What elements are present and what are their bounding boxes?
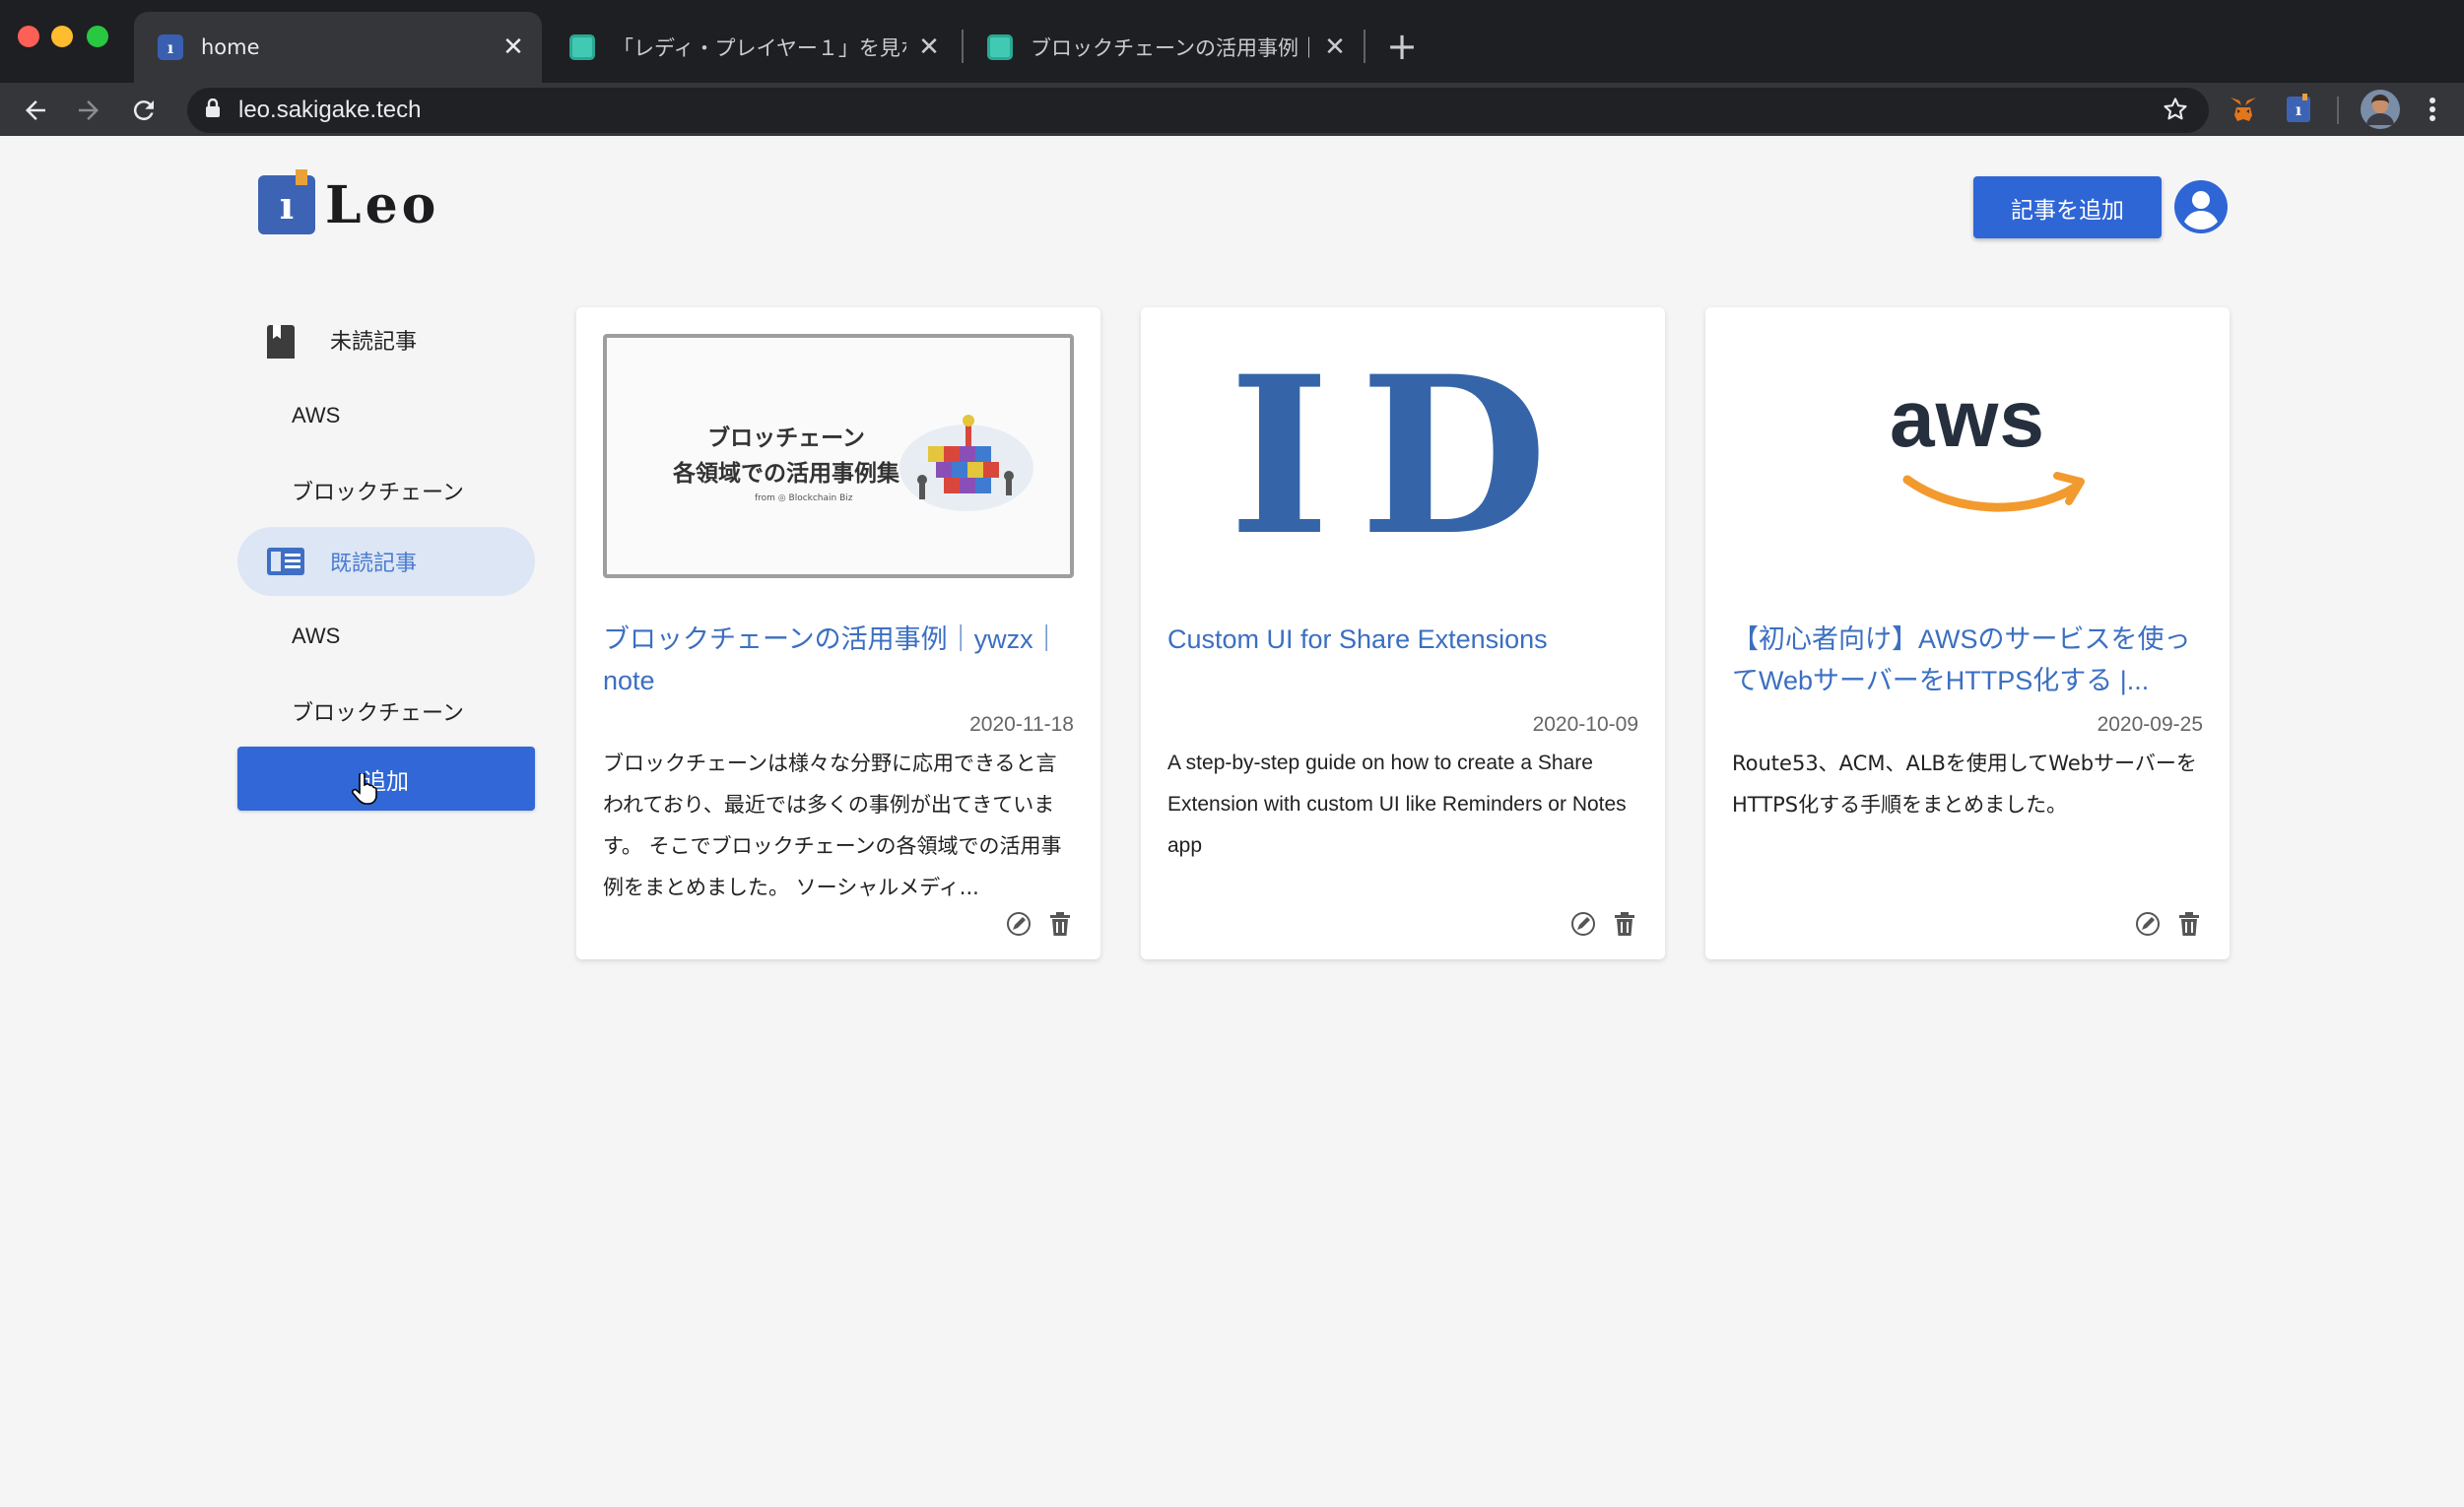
thumbnail-text: 各領域での活用事例集	[673, 461, 899, 487]
article-card[interactable]: ID Custom UI for Share Extensions 2020-1…	[1141, 307, 1665, 959]
puzzle-illustration-icon	[899, 415, 1033, 511]
note-favicon-icon	[987, 34, 1013, 60]
profile-avatar[interactable]	[2359, 88, 2402, 131]
forward-icon[interactable]	[67, 89, 110, 132]
logo-mark: ı	[258, 169, 315, 234]
mark-read-icon[interactable]	[1005, 910, 1032, 938]
thumbnail-text: from ◎ Blockchain Biz	[755, 493, 853, 503]
browser-toolbar: leo.sakigake.tech ı	[0, 83, 2464, 136]
bookmark-star-icon[interactable]	[2162, 96, 2189, 127]
sidebar-item-read-blockchain[interactable]: ブロックチェーン	[237, 677, 535, 746]
tab-title: ブロックチェーンの活用事例｜ywz	[1031, 36, 1312, 60]
tab-separator	[1364, 30, 1365, 63]
article-date: 2020-09-25	[2097, 713, 2203, 736]
note-favicon-icon	[569, 34, 595, 60]
thumbnail-text: ブロッチェーン	[707, 426, 865, 451]
page-content: ı Leo 記事を追加 未読記事 AWS ブロックチェーン 既読記事 AWS ブ…	[0, 136, 2464, 1507]
thumbnail-text: aws	[1890, 374, 2045, 464]
sidebar-item-read[interactable]: 既読記事	[237, 527, 535, 596]
article-description: Route53、ACM、ALBを使用してWebサーバーをHTTPS化する手順をま…	[1732, 752, 2197, 817]
address-bar[interactable]: leo.sakigake.tech	[187, 88, 2209, 133]
logo-text: Leo	[325, 174, 440, 235]
sidebar-item-label: 未読記事	[330, 330, 418, 355]
back-icon[interactable]	[14, 89, 57, 132]
more-vert-icon[interactable]	[2414, 91, 2451, 128]
leo-extension-icon[interactable]: ı	[2280, 91, 2317, 128]
tab-close-icon[interactable]: ✕	[914, 33, 944, 62]
article-date: 2020-10-09	[1532, 713, 1638, 736]
metamask-extension-icon[interactable]	[2225, 91, 2262, 128]
article-title[interactable]: Custom UI for Share Extensions	[1167, 619, 1640, 660]
leo-logo[interactable]: ı Leo	[258, 169, 440, 236]
sidebar-item-label: AWS	[292, 403, 341, 427]
thumbnail-text: ID	[1229, 334, 1577, 578]
new-tab-button[interactable]: +	[1379, 24, 1425, 69]
sidebar-item-label: ブロックチェーン	[292, 480, 464, 504]
delete-icon[interactable]	[1611, 910, 1638, 938]
mark-read-icon[interactable]	[1569, 910, 1597, 938]
article-thumbnail[interactable]: ブロッチェーン 各領域での活用事例集 from ◎ Blockchain Biz	[603, 334, 1074, 578]
article-date: 2020-11-18	[969, 713, 1074, 736]
bookmark-icon	[267, 325, 295, 364]
add-article-button[interactable]: 記事を追加	[1973, 176, 2162, 238]
sidebar-item-label: ブロックチェーン	[292, 700, 464, 725]
tab-ready-player-one[interactable]: 「レディ・プレイヤー１」を見なか ✕	[546, 12, 958, 83]
mark-read-icon[interactable]	[2134, 910, 2162, 938]
close-window-button[interactable]	[18, 26, 39, 47]
article-description: A step-by-step guide on how to create a …	[1167, 752, 1627, 857]
article-thumbnail[interactable]: ID	[1167, 334, 1638, 578]
browser-titlebar: ı home ✕ 「レディ・プレイヤー１」を見なか ✕ ブロックチェーンの活用事…	[0, 0, 2464, 83]
article-description: ブロックチェーンは様々な分野に応用できると言われており、最近では多くの事例が出て…	[603, 752, 1062, 899]
account-circle-icon[interactable]	[2173, 179, 2229, 234]
tab-close-icon[interactable]: ✕	[499, 33, 528, 62]
hand-cursor-icon	[352, 771, 377, 809]
tab-title: home	[201, 35, 260, 59]
lock-icon	[205, 98, 221, 122]
aws-smile-icon	[1902, 472, 2085, 512]
delete-icon[interactable]	[1046, 910, 1074, 938]
tab-close-icon[interactable]: ✕	[1320, 33, 1350, 62]
sidebar-item-unread[interactable]: 未読記事	[237, 305, 535, 374]
delete-icon[interactable]	[2175, 910, 2203, 938]
tab-title: 「レディ・プレイヤー１」を見なか	[613, 36, 906, 60]
tab-home[interactable]: ı home ✕	[134, 12, 542, 83]
reload-icon[interactable]	[122, 89, 166, 132]
add-button[interactable]: 追加	[237, 747, 535, 811]
sidebar-item-label: AWS	[292, 623, 341, 648]
url-text: leo.sakigake.tech	[238, 97, 422, 123]
minimize-window-button[interactable]	[51, 26, 73, 47]
article-card[interactable]: ブロッチェーン 各領域での活用事例集 from ◎ Blockchain Biz…	[576, 307, 1100, 959]
article-card[interactable]: aws 【初心者向け】AWSのサービスを使ってWebサーバーをHTTPS化する …	[1705, 307, 2230, 959]
leo-favicon-icon: ı	[158, 34, 183, 60]
toolbar-separator	[2337, 97, 2339, 124]
article-thumbnail[interactable]: aws	[1732, 334, 2203, 578]
article-title[interactable]: ブロックチェーンの活用事例｜ywzx｜note	[603, 619, 1076, 701]
tab-blockchain[interactable]: ブロックチェーンの活用事例｜ywz ✕	[964, 12, 1364, 83]
sidebar-item-read-aws[interactable]: AWS	[237, 602, 535, 671]
article-title[interactable]: 【初心者向け】AWSのサービスを使ってWebサーバーをHTTPS化する |...	[1732, 619, 2205, 701]
maximize-window-button[interactable]	[87, 26, 108, 47]
article-list-icon	[267, 548, 304, 581]
sidebar-item-label: 既読記事	[330, 552, 418, 576]
sidebar-item-unread-aws[interactable]: AWS	[237, 381, 535, 450]
sidebar-item-unread-blockchain[interactable]: ブロックチェーン	[237, 456, 535, 525]
